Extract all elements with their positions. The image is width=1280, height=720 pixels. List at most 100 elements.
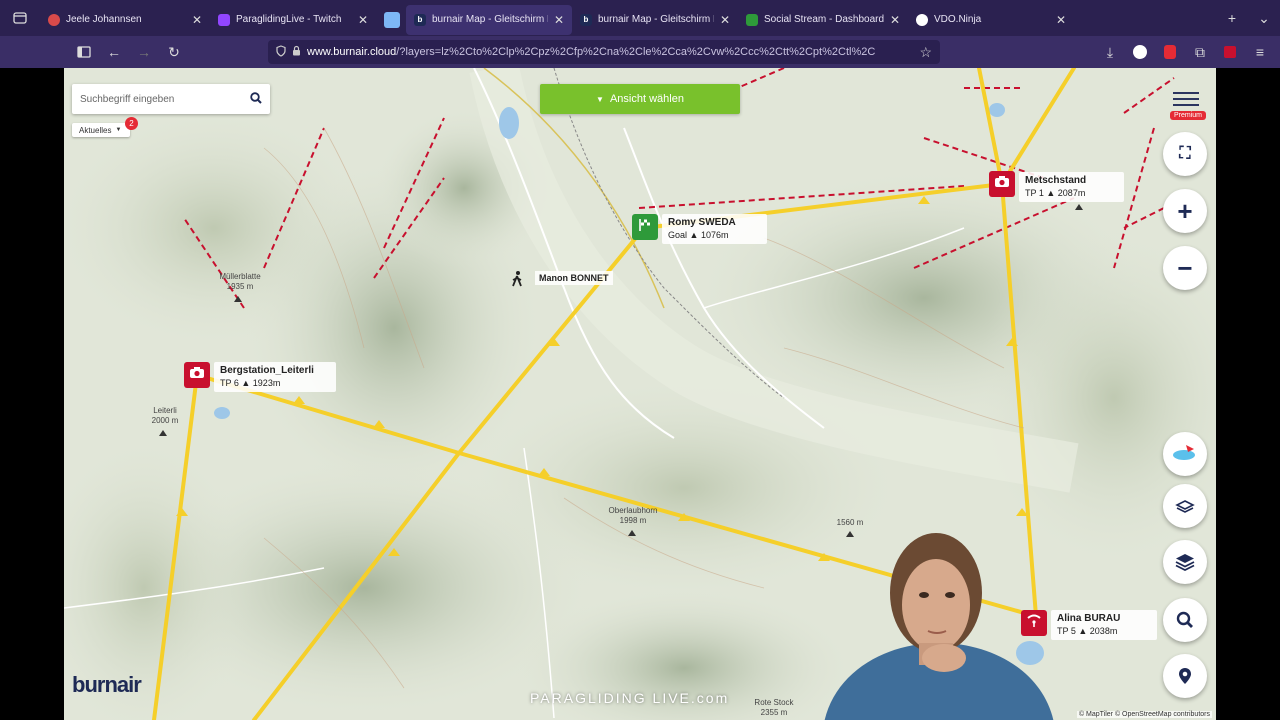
turnpoint-number: TP 1 (1025, 188, 1044, 198)
extension-icon[interactable] (1126, 38, 1154, 66)
mountain-icon: ▲ (689, 230, 699, 240)
tab-label: ParaglidingLive - Twitch (236, 14, 342, 25)
map-view[interactable]: Suchbegriff eingeben Aktuelles ▼ 2 ▼ Ans… (64, 68, 1216, 720)
tab-5[interactable]: Social Stream - Dashboard ✕ (738, 5, 908, 35)
place-name: Müllerblatte (219, 272, 261, 281)
turnpoint-marker[interactable] (184, 362, 210, 388)
place-name: Rote Stock (754, 698, 794, 707)
chevron-down-icon: ▼ (115, 127, 122, 133)
burnair-icon: b (580, 13, 592, 26)
tab-label: Social Stream - Dashboard (764, 14, 884, 25)
weather-layer-button[interactable] (1163, 432, 1207, 476)
tab-0[interactable]: Jeele Johannsen ✕ (40, 5, 210, 35)
turnpoint-label: Bergstation_Leiterli TP 6 ▲ 1923m (214, 362, 336, 392)
view-select-label: Ansicht wählen (609, 93, 684, 105)
tab-4[interactable]: b burnair Map - Gleitschirm Flug ✕ (572, 5, 738, 35)
search-placeholder: Suchbegriff eingeben (80, 93, 175, 105)
tab-6[interactable]: VDO.Ninja ✕ (908, 5, 1074, 35)
burnair-logo: burnair (72, 672, 142, 697)
left-black-bar (0, 68, 64, 720)
new-tab-button[interactable]: + (1216, 0, 1248, 36)
zoom-out-button[interactable]: − (1163, 246, 1207, 290)
turnpoint-altitude: 1923m (252, 378, 281, 388)
goal-altitude: 1076m (700, 230, 729, 240)
turnpoint-label: Metschstand TP 1 ▲ 2087m (1019, 172, 1124, 202)
twitch-icon (218, 13, 230, 26)
plus-icon: + (1177, 195, 1193, 226)
turnpoint-marker[interactable] (989, 171, 1015, 197)
bookmark-star-icon[interactable]: ☆ (919, 44, 932, 61)
news-filter-dropdown[interactable]: Aktuelles ▼ 2 (72, 117, 138, 137)
turnpoint-info: TP 1 ▲ 2087m (1025, 187, 1118, 199)
location-pin-icon (1178, 661, 1192, 692)
camera-icon (994, 175, 1010, 193)
close-icon[interactable]: ✕ (554, 13, 564, 27)
caret-down-icon: ▼ (596, 94, 604, 104)
tab-list-chevron-down-icon[interactable]: ⌄ (1248, 0, 1280, 36)
extensions-puzzle-icon[interactable]: ⧉ (1186, 38, 1214, 66)
place-name: Leiterli (153, 406, 177, 415)
notification-badge: 2 (125, 117, 138, 130)
tab-3[interactable]: b burnair Map - Gleitschirm Flug ✕ (406, 4, 572, 35)
tab-favicon-icon (48, 13, 60, 26)
close-icon[interactable]: ✕ (1056, 13, 1066, 27)
mountain-icon: ▲ (1078, 626, 1088, 636)
layers-button[interactable] (1163, 540, 1207, 584)
burnair-icon: b (414, 13, 426, 26)
hiker-pilot-icon[interactable] (508, 270, 526, 288)
tab-label: VDO.Ninja (934, 14, 982, 25)
reload-button[interactable]: ↻ (160, 38, 188, 66)
search-input[interactable]: Suchbegriff eingeben (72, 84, 270, 114)
search-map-button[interactable] (1163, 598, 1207, 642)
tab-2[interactable] (376, 5, 406, 35)
mountain-icon: ▲ (1046, 188, 1056, 198)
right-black-bar (1216, 68, 1280, 720)
close-icon[interactable]: ✕ (720, 13, 730, 27)
view-select-button[interactable]: ▼ Ansicht wählen (540, 84, 740, 114)
extension-red-icon[interactable] (1156, 38, 1184, 66)
filter-label: Aktuelles (79, 125, 112, 135)
place-name: Oberlaubhorn (608, 506, 658, 515)
search-icon[interactable] (250, 91, 262, 107)
close-icon[interactable]: ✕ (192, 13, 202, 27)
close-icon[interactable]: ✕ (358, 13, 368, 27)
close-icon[interactable]: ✕ (890, 13, 900, 27)
turnpoint-label: Alina BURAU TP 5 ▲ 2038m (1051, 610, 1157, 640)
goal-flag-icon (638, 218, 652, 237)
sidebar-toggle-icon[interactable] (70, 38, 98, 66)
extension-badge-icon[interactable] (1216, 38, 1244, 66)
place-altitude: 1935 m (226, 282, 254, 291)
fullscreen-button[interactable]: ⛶ (1163, 132, 1207, 176)
webcam-overlay-person (824, 533, 1054, 720)
tab-1[interactable]: ParaglidingLive - Twitch ✕ (210, 5, 376, 35)
turnpoint-name: Bergstation_Leiterli (220, 365, 314, 376)
minus-icon: − (1177, 252, 1193, 283)
back-button[interactable]: ← (100, 38, 128, 66)
place-label: Leiterli 2000 m (142, 406, 188, 426)
turnpoint-number: TP 5 (1057, 626, 1076, 636)
url-bar[interactable]: www.burnair.cloud/?layers=lz%2Cto%2Clp%2… (268, 40, 940, 64)
locate-button[interactable] (1163, 654, 1207, 698)
layer-2d-button[interactable] (1163, 484, 1207, 528)
place-label: Müllerblatte 1935 m (209, 272, 271, 292)
zoom-in-button[interactable]: + (1163, 189, 1207, 233)
turnpoint-number: TP 6 (220, 378, 239, 388)
premium-badge: Premium (1170, 111, 1207, 120)
search-icon (1176, 605, 1194, 636)
tab-overview-icon[interactable] (0, 0, 40, 36)
url-host: www.burnair.cloud (307, 46, 397, 58)
download-icon[interactable]: ⤓ (1096, 38, 1124, 66)
menu-icon[interactable]: ≡ (1246, 38, 1274, 66)
turnpoint-altitude: 2087m (1057, 188, 1086, 198)
mountain-icon: ▲ (241, 378, 251, 388)
goal-name: Romy SWEDA (668, 217, 736, 228)
url-path: /?layers=lz%2Cto%2Clp%2Cpz%2Cfp%2Cna%2Cl… (396, 46, 876, 58)
goal-marker[interactable] (632, 214, 658, 240)
map-attribution[interactable]: © MapTiler © OpenStreetMap contributors (1076, 711, 1212, 718)
tab-favicon-icon (746, 13, 758, 26)
layers-icon (1175, 547, 1195, 578)
forward-button[interactable]: → (130, 38, 158, 66)
lock-icon (292, 45, 301, 59)
toolbar-icons: ⤓ ⧉ ≡ (1094, 38, 1274, 66)
turnpoint-name: Alina BURAU (1057, 613, 1121, 624)
